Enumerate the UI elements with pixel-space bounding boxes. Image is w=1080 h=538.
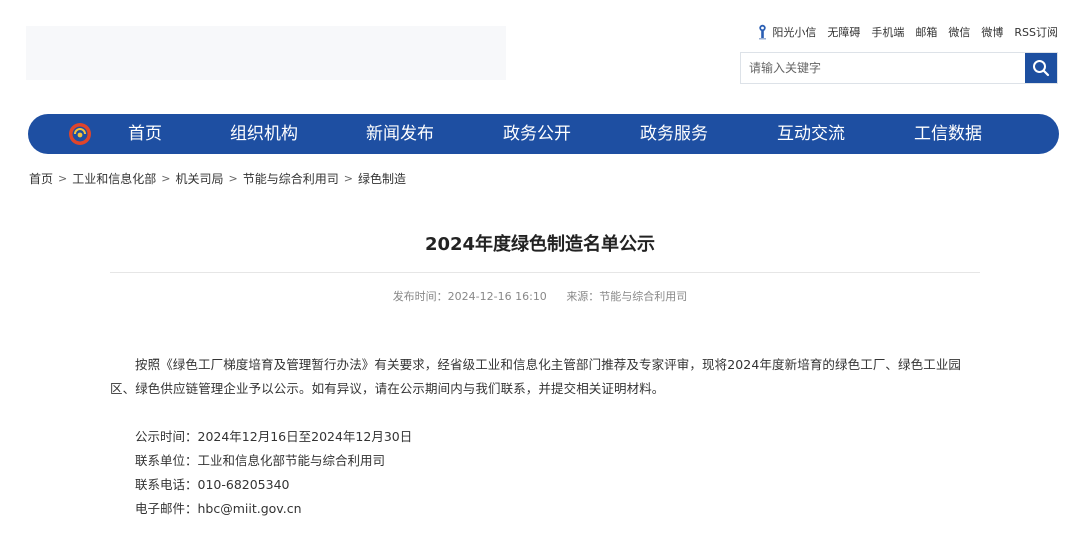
nav-item-data[interactable]: 工信数据 (914, 114, 982, 154)
nav-item-interaction[interactable]: 互动交流 (777, 114, 845, 154)
breadcrumb-separator: > (228, 172, 238, 185)
nav-item-government-affairs[interactable]: 政务公开 (503, 114, 571, 154)
title-divider (110, 272, 980, 273)
info-phone: 联系电话：010-68205340 (135, 477, 290, 492)
util-link-wechat[interactable]: 微信 (948, 24, 970, 40)
breadcrumb-departments[interactable]: 机关司局 (175, 170, 223, 187)
main-nav: 首页 组织机构 新闻发布 政务公开 政务服务 互动交流 工信数据 (28, 114, 1059, 154)
utility-links: 阳光小信 无障碍 手机端 邮箱 微信 微博 RSS订阅 (756, 24, 1058, 40)
breadcrumb-ministry[interactable]: 工业和信息化部 (72, 170, 156, 187)
info-email: 电子邮件：hbc@miit.gov.cn (135, 501, 302, 516)
nav-item-organization[interactable]: 组织机构 (230, 114, 298, 154)
search-button[interactable] (1025, 53, 1057, 83)
breadcrumb-separator: > (58, 172, 68, 185)
info-contact-unit: 联系单位：工业和信息化部节能与综合利用司 (135, 453, 386, 468)
util-link-weibo[interactable]: 微博 (981, 24, 1003, 40)
mascot-icon (759, 24, 767, 40)
article-paragraph: 按照《绿色工厂梯度培育及管理暂行办法》有关要求，经省级工业和信息化主管部门推荐及… (110, 357, 962, 396)
nav-item-news[interactable]: 新闻发布 (366, 114, 434, 154)
publish-time: 发布时间：2024-12-16 16:10 (392, 290, 547, 303)
article-meta: 发布时间：2024-12-16 16:10 来源：节能与综合利用司 (0, 288, 1080, 304)
breadcrumb-separator: > (161, 172, 171, 185)
breadcrumb-green-manufacturing[interactable]: 绿色制造 (358, 170, 406, 187)
breadcrumb-home[interactable]: 首页 (29, 170, 53, 187)
util-link-mail[interactable]: 邮箱 (915, 24, 937, 40)
nav-item-home[interactable]: 首页 (128, 114, 162, 154)
site-logo-banner[interactable] (26, 26, 506, 80)
search-icon (1033, 60, 1050, 77)
search-input[interactable] (741, 53, 1025, 83)
article-title: 2024年度绿色制造名单公示 (424, 234, 656, 255)
util-link-accessibility[interactable]: 无障碍 (827, 24, 860, 40)
info-publicity-period: 公示时间：2024年12月16日至2024年12月30日 (135, 429, 413, 444)
emblem-icon[interactable] (68, 122, 92, 146)
util-link-rss[interactable]: RSS订阅 (1014, 24, 1058, 40)
nav-item-services[interactable]: 政务服务 (640, 114, 708, 154)
util-link-sunshine: 阳光小信 (772, 26, 817, 39)
util-link-mobile[interactable]: 手机端 (871, 24, 904, 40)
article-source: 来源：节能与综合利用司 (566, 290, 688, 303)
breadcrumb-department[interactable]: 节能与综合利用司 (243, 170, 339, 187)
search-bar (740, 52, 1058, 84)
breadcrumb: 首页 > 工业和信息化部 > 机关司局 > 节能与综合利用司 > 绿色制造 (29, 170, 406, 187)
breadcrumb-separator: > (343, 172, 353, 185)
sunshine-link[interactable]: 阳光小信 (756, 24, 816, 40)
